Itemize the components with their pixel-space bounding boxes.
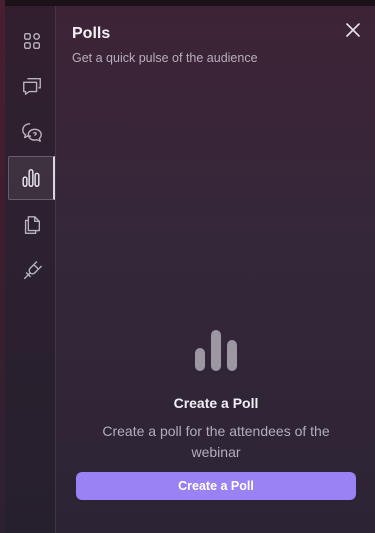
polls-panel-window: Polls Get a quick pulse of the audience … [0, 0, 375, 533]
chat-icon [22, 77, 41, 95]
qa-icon [21, 123, 42, 142]
empty-state-title: Create a Poll [173, 395, 259, 411]
create-poll-button[interactable]: Create a Poll [76, 472, 356, 500]
sidebar-item-chat[interactable] [8, 64, 55, 108]
poll-bars-icon [195, 330, 237, 371]
sidebar-rail [5, 6, 56, 533]
sidebar-item-apps[interactable] [8, 19, 55, 63]
empty-state-description: Create a poll for the attendees of the w… [102, 423, 330, 460]
close-button[interactable] [341, 18, 365, 42]
panel-subtitle: Get a quick pulse of the audience [72, 51, 258, 65]
apps-grid-icon [23, 32, 40, 50]
polls-icon [22, 169, 40, 187]
sidebar-item-polls[interactable] [8, 156, 55, 200]
integrations-plug-icon [23, 261, 42, 280]
files-icon [24, 216, 40, 234]
panel-title: Polls [72, 25, 111, 42]
sidebar-item-integrations[interactable] [8, 249, 55, 293]
sidebar-item-qa[interactable] [8, 110, 55, 154]
sidebar-item-files[interactable] [8, 203, 55, 247]
close-icon [346, 23, 360, 37]
top-strip [0, 0, 375, 6]
